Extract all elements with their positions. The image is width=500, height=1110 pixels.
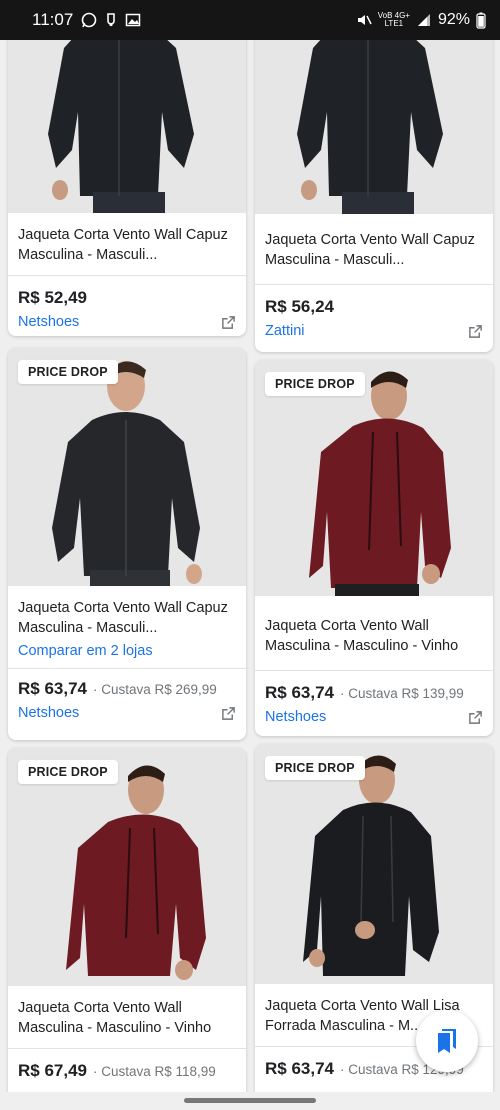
product-price: R$ 67,49 bbox=[18, 1061, 87, 1080]
screen: 11:07 VoB 4G+ LTE1 92% Jaqueta Corta Ven… bbox=[0, 0, 500, 1110]
price-drop-badge: PRICE DROP bbox=[265, 756, 365, 780]
product-info: Jaqueta Corta Vento Wall Masculina - Mas… bbox=[255, 596, 493, 725]
battery-icon bbox=[476, 12, 486, 29]
signal-icon bbox=[417, 14, 430, 26]
price-drop-badge: PRICE DROP bbox=[18, 360, 118, 384]
battery-level: 92% bbox=[437, 11, 470, 28]
product-price: R$ 63,74 bbox=[265, 683, 334, 702]
mute-icon bbox=[357, 15, 372, 25]
store-line: Netshoes bbox=[265, 709, 483, 725]
open-in-new-icon[interactable] bbox=[468, 324, 483, 339]
gallery-icon bbox=[126, 13, 141, 27]
open-in-new-icon[interactable] bbox=[221, 315, 236, 330]
product-price: R$ 63,74 bbox=[265, 1059, 334, 1078]
product-image[interactable]: PRICE DROP bbox=[8, 348, 246, 586]
product-title[interactable]: Jaqueta Corta Vento Wall Capuz Masculina… bbox=[18, 225, 236, 265]
divider bbox=[8, 668, 246, 669]
original-price: · Custava R$ 139,99 bbox=[340, 686, 464, 701]
store-link[interactable]: Netshoes bbox=[265, 709, 326, 725]
price-line: R$ 63,74 · Custava R$ 139,99 bbox=[265, 683, 483, 703]
product-info: Jaqueta Corta Vento Wall Masculina - Mas… bbox=[8, 986, 246, 1081]
store-line: Netshoes bbox=[18, 705, 236, 721]
status-time: 11:07 bbox=[32, 10, 74, 29]
store-line: Netshoes bbox=[18, 314, 236, 330]
open-in-new-icon[interactable] bbox=[221, 706, 236, 721]
original-price: · Custava R$ 118,99 bbox=[93, 1064, 216, 1079]
product-info: Jaqueta Corta Vento Wall Capuz Masculina… bbox=[255, 214, 493, 339]
divider bbox=[8, 1048, 246, 1049]
store-link[interactable]: Netshoes bbox=[18, 314, 79, 330]
open-in-new-icon[interactable] bbox=[468, 710, 483, 725]
product-card[interactable]: PRICE DROP Jaqueta Corta Vento Wall Masc… bbox=[255, 360, 493, 736]
status-bar: 11:07 VoB 4G+ LTE1 92% bbox=[0, 0, 500, 40]
product-card[interactable]: Jaqueta Corta Vento Wall Capuz Masculina… bbox=[255, 0, 493, 352]
product-title[interactable]: Jaqueta Corta Vento Wall Masculina - Mas… bbox=[265, 616, 483, 656]
divider bbox=[255, 284, 493, 285]
store-link[interactable]: Zattini bbox=[265, 323, 305, 339]
store-link[interactable]: Netshoes bbox=[18, 705, 79, 721]
product-title[interactable]: Jaqueta Corta Vento Wall Capuz Masculina… bbox=[18, 598, 236, 638]
home-indicator[interactable] bbox=[184, 1098, 316, 1103]
price-line: R$ 56,24 bbox=[265, 297, 483, 317]
price-line: R$ 63,74 · Custava R$ 269,99 bbox=[18, 679, 236, 699]
product-title[interactable]: Jaqueta Corta Vento Wall Masculina - Mas… bbox=[18, 998, 236, 1038]
product-card[interactable]: PRICE DROP Jaqueta Corta Vento Wall Masc… bbox=[8, 748, 246, 1108]
store-line: Zattini bbox=[265, 323, 483, 339]
product-card[interactable]: Jaqueta Corta Vento Wall Capuz Masculina… bbox=[8, 0, 246, 336]
notification-icons bbox=[81, 12, 141, 28]
product-title[interactable]: Jaqueta Corta Vento Wall Capuz Masculina… bbox=[265, 230, 483, 270]
price-line: R$ 67,49 · Custava R$ 118,99 bbox=[18, 1061, 236, 1081]
whatsapp-icon bbox=[81, 12, 97, 28]
product-image[interactable]: PRICE DROP bbox=[8, 748, 246, 986]
price-line: R$ 52,49 bbox=[18, 288, 236, 308]
collections-fab[interactable] bbox=[416, 1010, 478, 1072]
product-price: R$ 63,74 bbox=[18, 679, 87, 698]
product-price: R$ 52,49 bbox=[18, 288, 87, 307]
bookmark-collection-icon bbox=[438, 1029, 456, 1053]
messenger-icon bbox=[107, 13, 116, 27]
price-drop-badge: PRICE DROP bbox=[18, 760, 118, 784]
product-info: Jaqueta Corta Vento Wall Capuz Masculina… bbox=[8, 586, 246, 721]
price-drop-badge: PRICE DROP bbox=[265, 372, 365, 396]
product-info: Jaqueta Corta Vento Wall Capuz Masculina… bbox=[8, 213, 246, 330]
gesture-navigation-bar bbox=[0, 1092, 500, 1110]
network-type: VoB 4G+ LTE1 bbox=[377, 11, 410, 28]
product-photo bbox=[255, 744, 493, 984]
product-image[interactable]: PRICE DROP bbox=[255, 360, 493, 596]
divider bbox=[255, 670, 493, 671]
product-image[interactable]: PRICE DROP bbox=[255, 744, 493, 984]
product-price: R$ 56,24 bbox=[265, 297, 334, 316]
original-price: · Custava R$ 269,99 bbox=[93, 682, 217, 697]
divider bbox=[8, 275, 246, 276]
compare-stores-link[interactable]: Comparar em 2 lojas bbox=[18, 642, 236, 660]
status-right: VoB 4G+ LTE1 92% bbox=[356, 11, 486, 29]
product-card[interactable]: PRICE DROP Jaqueta Corta Vento Wall Capu… bbox=[8, 348, 246, 740]
